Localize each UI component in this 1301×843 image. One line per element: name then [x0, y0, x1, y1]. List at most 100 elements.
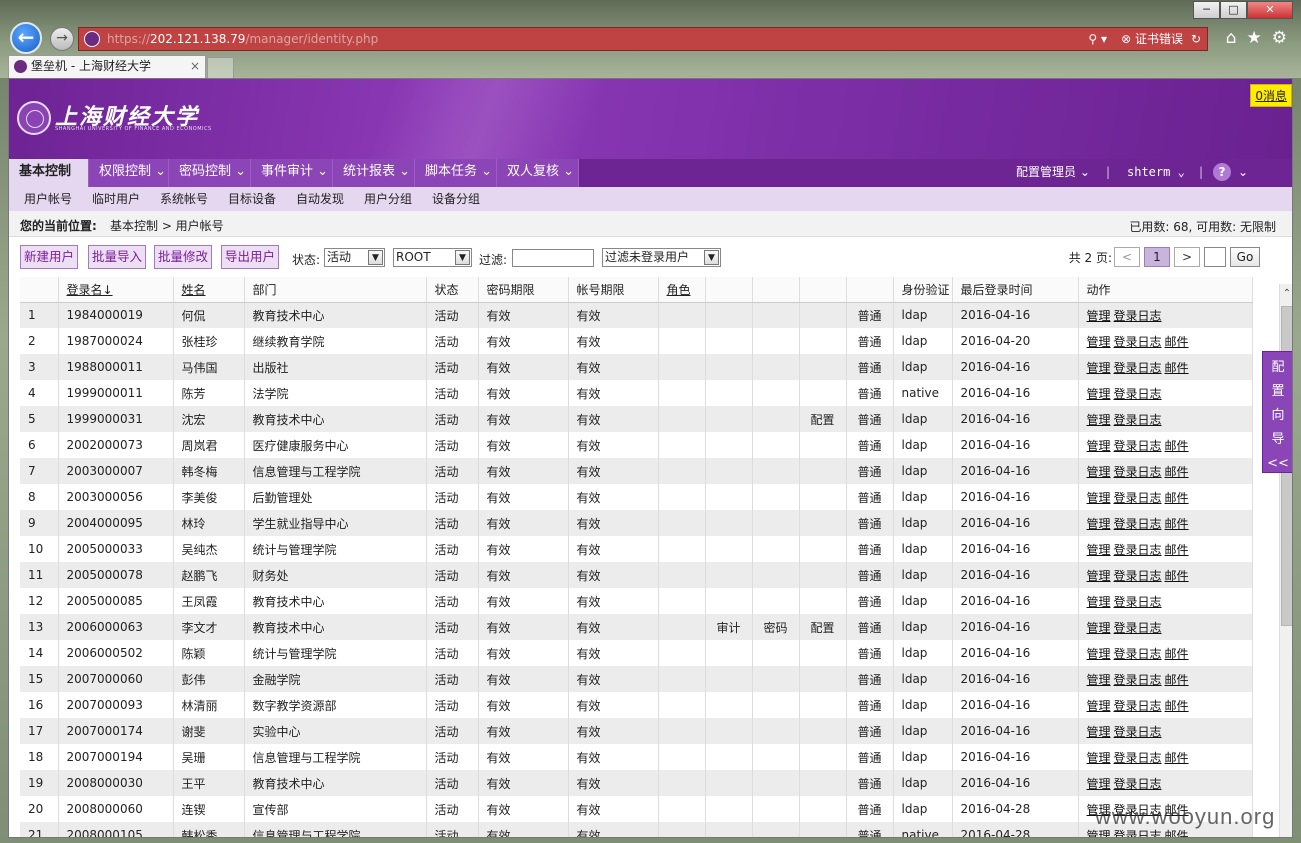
manage-link[interactable]: 管理	[1087, 673, 1111, 687]
new-tab-button[interactable]	[207, 57, 234, 78]
email-link[interactable]: 邮件	[1165, 647, 1189, 661]
maximize-icon[interactable]: □	[1220, 1, 1247, 19]
admin-role-dropdown[interactable]: 配置管理员 ⌄	[1016, 159, 1090, 187]
login-log-link[interactable]: 登录日志	[1114, 699, 1162, 713]
login-log-link[interactable]: 登录日志	[1114, 387, 1162, 401]
login-log-link[interactable]: 登录日志	[1114, 569, 1162, 583]
login-log-link[interactable]: 登录日志	[1114, 673, 1162, 687]
manage-link[interactable]: 管理	[1087, 569, 1111, 583]
login-log-link[interactable]: 登录日志	[1114, 465, 1162, 479]
header-col-name[interactable]: 姓名	[173, 277, 245, 303]
manage-link[interactable]: 管理	[1087, 777, 1111, 791]
login-log-link[interactable]: 登录日志	[1114, 621, 1162, 635]
submenu-user-accounts[interactable]: 用户帐号	[24, 190, 72, 207]
manage-link[interactable]: 管理	[1087, 517, 1111, 531]
forward-button[interactable]: →	[50, 27, 74, 51]
home-icon[interactable]: ⌂	[1226, 28, 1237, 48]
submenu-temp-users[interactable]: 临时用户	[92, 190, 140, 207]
email-link[interactable]: 邮件	[1165, 465, 1189, 479]
filter-input[interactable]	[512, 249, 594, 267]
user-dropdown[interactable]: shterm ⌄	[1127, 159, 1185, 187]
manage-link[interactable]: 管理	[1087, 439, 1111, 453]
menu-permission-control[interactable]: 权限控制 ⌄	[89, 159, 169, 187]
email-link[interactable]: 邮件	[1165, 439, 1189, 453]
submenu-auto-discovery[interactable]: 自动发现	[296, 190, 344, 207]
group-select[interactable]: ROOT ▼	[393, 248, 472, 267]
email-link[interactable]: 邮件	[1165, 751, 1189, 765]
login-log-link[interactable]: 登录日志	[1114, 725, 1162, 739]
email-link[interactable]: 邮件	[1165, 673, 1189, 687]
batch-import-button[interactable]: 批量导入	[88, 245, 147, 269]
manage-link[interactable]: 管理	[1087, 647, 1111, 661]
minimize-icon[interactable]: ─	[1193, 1, 1220, 19]
manage-link[interactable]: 管理	[1087, 725, 1111, 739]
menu-password-control[interactable]: 密码控制 ⌄	[169, 159, 251, 187]
submenu-system-accounts[interactable]: 系统帐号	[160, 190, 208, 207]
close-window-icon[interactable]: ✕	[1247, 1, 1293, 19]
manage-link[interactable]: 管理	[1087, 361, 1111, 375]
email-link[interactable]: 邮件	[1165, 361, 1189, 375]
messages-button[interactable]: 0消息	[1250, 84, 1292, 107]
export-user-button[interactable]: 导出用户	[221, 245, 280, 269]
status-select[interactable]: 活动 ▼	[324, 248, 385, 267]
login-log-link[interactable]: 登录日志	[1114, 335, 1162, 349]
login-log-link[interactable]: 登录日志	[1114, 491, 1162, 505]
login-log-link[interactable]: 登录日志	[1114, 543, 1162, 557]
email-link[interactable]: 邮件	[1165, 491, 1189, 505]
cert-error-badge[interactable]: ⊗ 证书错误	[1121, 28, 1183, 50]
menu-script-tasks[interactable]: 脚本任务 ⌄	[415, 159, 497, 187]
manage-link[interactable]: 管理	[1087, 491, 1111, 505]
search-icon[interactable]: ⚲ ▾	[1088, 28, 1107, 50]
menu-event-audit[interactable]: 事件审计 ⌄	[251, 159, 333, 187]
manage-link[interactable]: 管理	[1087, 335, 1111, 349]
menu-statistics[interactable]: 统计报表 ⌄	[333, 159, 415, 187]
current-page-button[interactable]: 1	[1144, 247, 1170, 267]
login-log-link[interactable]: 登录日志	[1114, 361, 1162, 375]
page-number-input[interactable]	[1204, 247, 1226, 267]
prev-page-button[interactable]: <	[1114, 247, 1140, 267]
browser-tab[interactable]: 堡垒机 - 上海财经大学 ×	[8, 55, 206, 78]
login-log-link[interactable]: 登录日志	[1114, 309, 1162, 323]
email-link[interactable]: 邮件	[1165, 335, 1189, 349]
login-log-link[interactable]: 登录日志	[1114, 751, 1162, 765]
login-filter-select[interactable]: 过滤未登录用户 ▼	[602, 248, 721, 267]
submenu-target-devices[interactable]: 目标设备	[228, 190, 276, 207]
email-link[interactable]: 邮件	[1165, 569, 1189, 583]
login-log-link[interactable]: 登录日志	[1114, 439, 1162, 453]
scroll-up-icon[interactable]: ⌃	[1280, 288, 1292, 300]
login-log-link[interactable]: 登录日志	[1114, 517, 1162, 531]
new-user-button[interactable]: 新建用户	[20, 245, 79, 269]
tab-close-icon[interactable]: ×	[190, 56, 200, 77]
go-button[interactable]: Go	[1230, 247, 1260, 267]
batch-modify-button[interactable]: 批量修改	[154, 245, 213, 269]
header-col-login[interactable]: 登录名↓	[58, 277, 174, 303]
email-link[interactable]: 邮件	[1165, 699, 1189, 713]
menu-basic-control[interactable]: 基本控制	[9, 159, 89, 187]
address-bar[interactable]: https://202.121.138.79/manager/identity.…	[78, 27, 1208, 51]
menu-dual-review[interactable]: 双人复核 ⌄	[497, 159, 579, 187]
submenu-device-groups[interactable]: 设备分组	[432, 190, 480, 207]
manage-link[interactable]: 管理	[1087, 751, 1111, 765]
manage-link[interactable]: 管理	[1087, 413, 1111, 427]
config-wizard-tab[interactable]: 配 置 向 导 <<	[1262, 351, 1292, 476]
favorites-star-icon[interactable]: ★	[1247, 28, 1262, 48]
email-link[interactable]: 邮件	[1165, 543, 1189, 557]
login-log-link[interactable]: 登录日志	[1114, 647, 1162, 661]
manage-link[interactable]: 管理	[1087, 465, 1111, 479]
login-log-link[interactable]: 登录日志	[1114, 413, 1162, 427]
manage-link[interactable]: 管理	[1087, 543, 1111, 557]
manage-link[interactable]: 管理	[1087, 595, 1111, 609]
manage-link[interactable]: 管理	[1087, 309, 1111, 323]
help-dropdown-icon[interactable]: ⌄	[1238, 159, 1248, 187]
email-link[interactable]: 邮件	[1165, 517, 1189, 531]
header-col-role[interactable]: 角色	[658, 277, 706, 303]
next-page-button[interactable]: >	[1174, 247, 1200, 267]
reload-icon[interactable]: ↻	[1191, 28, 1201, 50]
back-button[interactable]: ←	[10, 22, 42, 54]
manage-link[interactable]: 管理	[1087, 621, 1111, 635]
login-log-link[interactable]: 登录日志	[1114, 595, 1162, 609]
wizard-collapse-icon[interactable]: <<	[1263, 452, 1292, 476]
help-icon[interactable]: ?	[1213, 163, 1231, 181]
settings-gear-icon[interactable]: ⚙	[1272, 28, 1287, 48]
manage-link[interactable]: 管理	[1087, 699, 1111, 713]
